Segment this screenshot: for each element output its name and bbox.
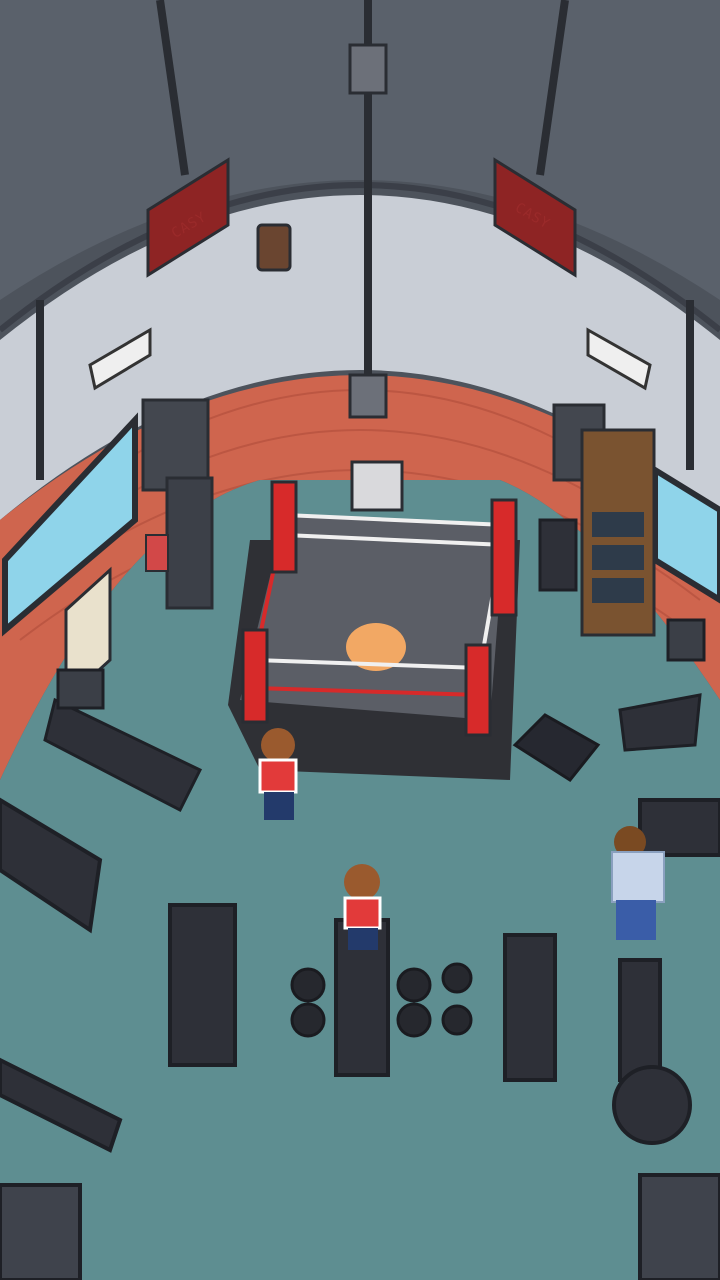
boxer-by-ring[interactable] bbox=[258, 728, 298, 820]
wall-light-fixture bbox=[348, 373, 388, 419]
ring-post-nw bbox=[270, 480, 298, 574]
locker bbox=[165, 476, 214, 610]
ring-scoreboard bbox=[350, 460, 404, 512]
speaker-tower bbox=[538, 518, 578, 592]
machine-bottom-right[interactable] bbox=[638, 1173, 720, 1280]
bench-left[interactable] bbox=[168, 903, 237, 1067]
ring-post-se bbox=[464, 643, 492, 737]
bench-right-edge[interactable] bbox=[638, 798, 720, 857]
ring-post-sw bbox=[241, 628, 269, 724]
first-aid-box bbox=[145, 534, 169, 572]
rack-machine[interactable] bbox=[503, 933, 557, 1082]
supplement-jar bbox=[256, 223, 292, 272]
player-on-bench[interactable] bbox=[343, 864, 382, 950]
ceiling-light-fixture bbox=[348, 43, 388, 95]
gym-scene: CASY CASY bbox=[0, 0, 720, 1280]
machine-bottom-left[interactable] bbox=[0, 1183, 82, 1280]
ring-post-ne bbox=[490, 498, 518, 617]
shelf-items bbox=[592, 512, 644, 603]
